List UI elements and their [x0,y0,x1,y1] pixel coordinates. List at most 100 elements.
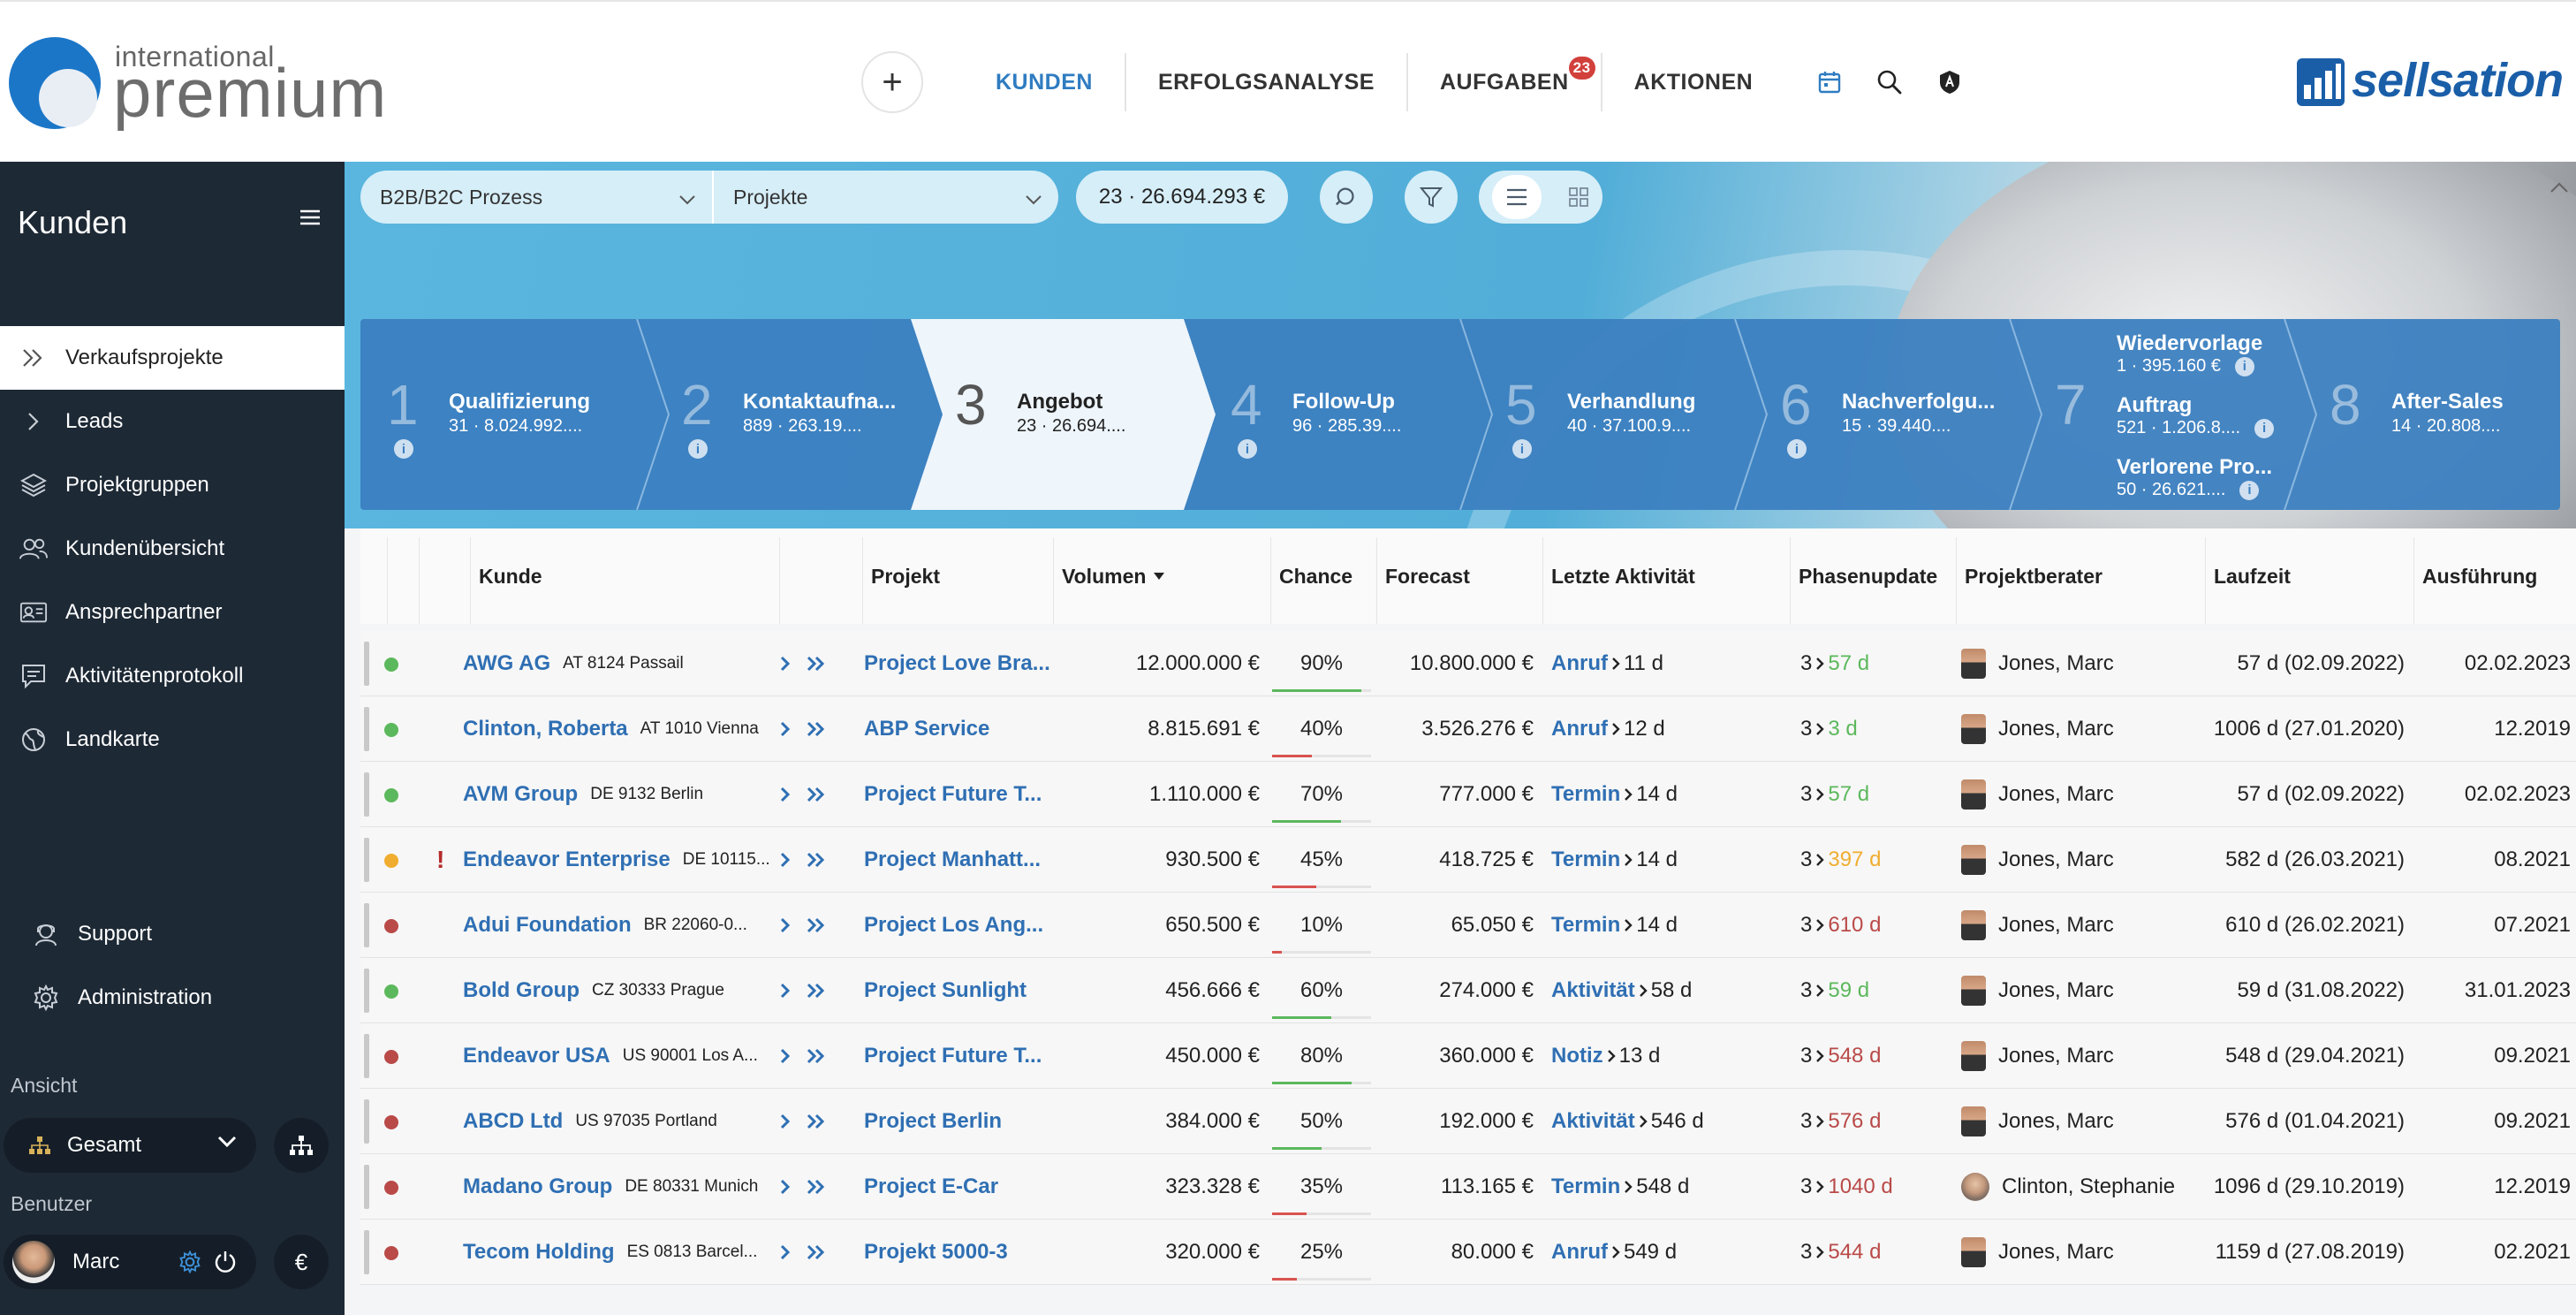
nav-aktionen[interactable]: AKTIONEN [1602,51,1785,113]
drag-handle[interactable] [364,1165,369,1209]
customer-name[interactable]: Tecom Holding [463,1240,615,1265]
col-header-projektberater[interactable]: Projektberater [1958,528,2205,624]
customer-name[interactable]: Clinton, Roberta [463,717,628,741]
project-advisor[interactable]: Jones, Marc [1961,893,2205,958]
sidebar-item-leads[interactable]: Leads [0,390,345,453]
search-icon[interactable] [1875,67,1905,97]
drag-handle[interactable] [364,642,369,686]
last-activity[interactable]: Termin 548 d [1551,1154,1790,1220]
drag-handle[interactable] [364,838,369,882]
project-name[interactable]: Project Future T... [864,1023,1051,1089]
open-project-icon[interactable] [806,893,841,958]
open-project-icon[interactable] [806,696,841,762]
customer-name[interactable]: ABCD Ltd [463,1109,563,1134]
activity-type[interactable]: Termin [1551,782,1620,807]
type-select[interactable]: Projekte [714,171,1058,224]
project-name[interactable]: Project Sunlight [864,958,1051,1023]
open-customer-icon[interactable] [779,1154,806,1220]
table-row[interactable]: Madano Group DE 80331 Munich Project E-C… [360,1154,2576,1220]
table-row[interactable]: Endeavor USA US 90001 Los A... Project F… [360,1023,2576,1089]
stage-7-wiedervorlage[interactable]: Wiedervorlage 1 · 395.160 € i [2117,331,2262,376]
table-row[interactable]: Bold Group CZ 30333 Prague Project Sunli… [360,958,2576,1023]
project-advisor[interactable]: Jones, Marc [1961,958,2205,1023]
collapse-chevron-icon[interactable] [2549,181,2569,198]
project-name[interactable]: Project E-Car [864,1154,1051,1220]
col-header-forecast[interactable]: Forecast [1378,528,1541,624]
project-advisor[interactable]: Jones, Marc [1961,696,2205,762]
table-row[interactable]: ! Endeavor Enterprise DE 10115... Projec… [360,827,2576,893]
customer-name[interactable]: Endeavor USA [463,1044,610,1068]
stage-7-auftrag[interactable]: Auftrag 521 · 1.206.8.... i [2117,393,2275,438]
nav-kunden[interactable]: KUNDEN [964,51,1125,113]
project-name[interactable]: ABP Service [864,696,1051,762]
filter-button[interactable] [1405,171,1458,224]
open-customer-icon[interactable] [779,631,806,696]
customer-cell[interactable]: Bold Group CZ 30333 Prague [463,958,772,1023]
info-icon[interactable]: i [1512,439,1532,459]
list-view-icon[interactable] [1492,175,1542,219]
customer-cell[interactable]: Clinton, Roberta AT 1010 Vienna [463,696,772,762]
open-project-icon[interactable] [806,958,841,1023]
info-icon[interactable]: i [688,439,708,459]
sidebar-item-projektgruppen[interactable]: Projektgruppen [0,453,345,517]
customer-name[interactable]: AWG AG [463,651,550,676]
drag-handle[interactable] [364,707,369,751]
project-advisor[interactable]: Clinton, Stephanie [1961,1154,2205,1220]
open-customer-icon[interactable] [779,1089,806,1154]
shield-icon[interactable] [1935,67,1965,97]
activity-type[interactable]: Termin [1551,913,1620,938]
open-project-icon[interactable] [806,827,841,893]
info-icon[interactable]: i [1238,439,1257,459]
project-name[interactable]: Project Berlin [864,1089,1051,1154]
activity-type[interactable]: Termin [1551,848,1620,872]
sidebar-item-kundenuebersicht[interactable]: Kundenübersicht [0,517,345,581]
project-advisor[interactable]: Jones, Marc [1961,762,2205,827]
col-header-ausfuehrung[interactable]: Ausführung [2415,528,2576,624]
info-icon[interactable]: i [2254,418,2275,438]
project-advisor[interactable]: Jones, Marc [1961,631,2205,696]
open-project-icon[interactable] [806,631,841,696]
last-activity[interactable]: Aktivität 546 d [1551,1089,1790,1154]
stage-1[interactable]: 1 Qualifizierung 31 · 8.024.992.... i [360,319,637,510]
avatar[interactable] [12,1241,55,1283]
customer-cell[interactable]: Adui Foundation BR 22060-0... [463,893,772,958]
customer-name[interactable]: Bold Group [463,978,580,1003]
table-row[interactable]: Tecom Holding ES 0813 Barcel... Projekt … [360,1220,2576,1285]
customer-cell[interactable]: Endeavor USA US 90001 Los A... [463,1023,772,1089]
last-activity[interactable]: Termin 14 d [1551,762,1790,827]
open-project-icon[interactable] [806,762,841,827]
sidebar-item-administration[interactable]: Administration [0,966,345,1030]
open-customer-icon[interactable] [779,696,806,762]
last-activity[interactable]: Termin 14 d [1551,893,1790,958]
customer-cell[interactable]: Madano Group DE 80331 Munich [463,1154,772,1220]
add-button[interactable]: + [861,51,923,113]
nav-erfolgsanalyse[interactable]: ERFOLGSANALYSE [1126,51,1406,113]
col-header-volumen[interactable]: Volumen [1055,528,1267,624]
customer-name[interactable]: Madano Group [463,1174,612,1199]
activity-type[interactable]: Aktivität [1551,1109,1635,1134]
activity-type[interactable]: Anruf [1551,1240,1608,1265]
col-header-chance[interactable]: Chance [1272,528,1376,624]
drag-handle[interactable] [364,903,369,947]
last-activity[interactable]: Notiz 13 d [1551,1023,1790,1089]
project-advisor[interactable]: Jones, Marc [1961,1023,2205,1089]
customer-cell[interactable]: Tecom Holding ES 0813 Barcel... [463,1220,772,1285]
activity-type[interactable]: Anruf [1551,651,1608,676]
open-customer-icon[interactable] [779,958,806,1023]
last-activity[interactable]: Anruf 549 d [1551,1220,1790,1285]
col-header-laufzeit[interactable]: Laufzeit [2207,528,2412,624]
table-row[interactable]: Adui Foundation BR 22060-0... Project Lo… [360,893,2576,958]
stage-5[interactable]: 5 Verhandlung 40 · 37.100.9.... i [1479,319,1735,510]
sidebar-item-aktivitaetenprotokoll[interactable]: Aktivitätenprotokoll [0,644,345,708]
open-customer-icon[interactable] [779,1023,806,1089]
col-header-phasenupdate[interactable]: Phasenupdate [1792,528,1956,624]
col-header-projekt[interactable]: Projekt [864,528,1049,624]
project-advisor[interactable]: Jones, Marc [1961,827,2205,893]
hierarchy-button[interactable] [274,1118,329,1173]
last-activity[interactable]: Anruf 12 d [1551,696,1790,762]
project-name[interactable]: Project Los Ang... [864,893,1051,958]
table-row[interactable]: ABCD Ltd US 97035 Portland Project Berli… [360,1089,2576,1154]
stage-2[interactable]: 2 Kontaktaufna... 889 · 263.19.... i [655,319,911,510]
search-button[interactable] [1320,171,1373,224]
stage-6[interactable]: 6 Nachverfolgu... 15 · 39.440.... i [1754,319,2010,510]
